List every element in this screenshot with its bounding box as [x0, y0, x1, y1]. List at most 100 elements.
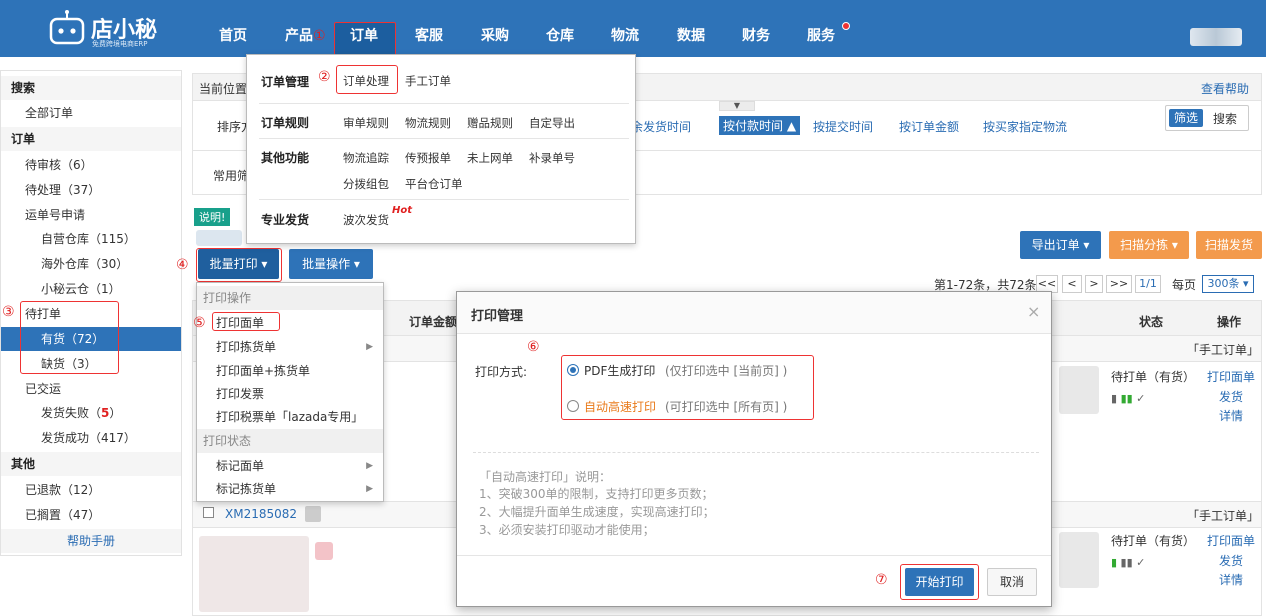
print-label-picklist-item[interactable]: 打印面单+拣货单 [197, 359, 383, 383]
scan-ship-button[interactable]: 扫描发货 [1196, 231, 1262, 259]
page-prev-button[interactable]: < [1062, 275, 1082, 293]
copy-icon[interactable] [305, 506, 321, 522]
sidebar-item-ship-success[interactable]: 发货成功（417） [1, 426, 181, 450]
mark-label-item[interactable]: 标记面单 ▶ [197, 454, 383, 478]
nav-services[interactable]: 服务 [807, 0, 835, 57]
row-status-icons: ▮ ▮▮ ✓ [1111, 556, 1146, 569]
menu-item-order-process[interactable]: 订单处理 [343, 73, 389, 89]
notice-badge[interactable]: 说明! [194, 208, 231, 226]
dialog-footer: ⑦ 开始打印 取消 [457, 555, 1051, 606]
menu-item-not-online[interactable]: 未上网单 [467, 150, 513, 166]
print-tax-invoice-item[interactable]: 打印税票单「lazada专用」 [197, 405, 383, 429]
menu-item-preadvice[interactable]: 传预报单 [405, 150, 451, 166]
menu-item-custom-export[interactable]: 自定导出 [529, 115, 575, 131]
radio-checked-icon[interactable] [567, 364, 579, 376]
radio-unchecked-icon[interactable] [567, 400, 579, 412]
blurred-area [315, 542, 333, 560]
menu-item-platform-wh-order[interactable]: 平台仓订单 [405, 176, 463, 192]
nav-service[interactable]: 客服 [415, 0, 443, 57]
detail-link[interactable]: 详情 [1219, 407, 1243, 424]
brand-logo[interactable]: 店小秘 免费跨境电商ERP [47, 10, 167, 48]
menu-divider [259, 103, 629, 104]
row-status: 待打单（有货） [1111, 534, 1196, 548]
sort-by-logistics[interactable]: 按买家指定物流 [983, 118, 1067, 135]
menu-item-manual-order[interactable]: 手工订单 [405, 73, 451, 89]
batch-operation-button[interactable]: 批量操作 ▾ [289, 249, 373, 279]
order-number-link[interactable]: XM2185082 [225, 507, 297, 521]
pdf-print-label: PDF生成打印 [584, 364, 656, 378]
nav-home[interactable]: 首页 [219, 0, 247, 57]
sidebar-item-waybill-apply[interactable]: 运单号申请 [1, 203, 181, 227]
step-5-highlight [212, 312, 280, 331]
menu-item-backfill-number[interactable]: 补录单号 [529, 150, 575, 166]
step-4-highlight [196, 248, 282, 282]
collapse-toggle[interactable]: ▼ [719, 101, 755, 111]
mark-picklist-text: 标记拣货单 [216, 482, 277, 496]
top-nav: 店小秘 免费跨境电商ERP 首页 产品 ① 订单 客服 采购 仓库 物流 数据 … [0, 0, 1266, 57]
ship-failed-close: ） [109, 406, 122, 420]
scan-sort-button[interactable]: 扫描分拣 ▾ [1109, 231, 1189, 259]
ship-link[interactable]: 发货 [1219, 552, 1243, 569]
sidebar-item-overseas-warehouse[interactable]: 海外仓库（30） [1, 252, 181, 276]
sidebar-item-pending-process[interactable]: 待处理（37） [1, 178, 181, 202]
step-3-marker: ③ [2, 304, 15, 320]
menu-item-wave-shipping[interactable]: 波次发货 [343, 212, 389, 228]
detail-link[interactable]: 详情 [1219, 571, 1243, 588]
sidebar-item-all-orders[interactable]: 全部订单 [1, 101, 181, 125]
nav-logistics[interactable]: 物流 [611, 0, 639, 57]
cancel-button[interactable]: 取消 [987, 568, 1037, 596]
pdf-print-note: (仅打印选中 [当前页] ) [665, 364, 788, 378]
filter-search-toggle: 筛选 搜索 [1165, 105, 1249, 131]
sidebar-item-own-warehouse[interactable]: 自营仓库（115） [1, 227, 181, 251]
sort-by-submit-time[interactable]: 按提交时间 [813, 118, 873, 135]
auto-print-note: (可打印选中 [所有页] ) [665, 400, 788, 414]
per-page-select[interactable]: 300条 ▾ [1202, 275, 1254, 293]
sidebar-item-cloud-warehouse[interactable]: 小秘云仓（1） [1, 277, 181, 301]
print-invoice-item[interactable]: 打印发票 [197, 382, 383, 406]
mark-picklist-item[interactable]: 标记拣货单 ▶ [197, 477, 383, 501]
menu-item-tracking[interactable]: 物流追踪 [343, 150, 389, 166]
sidebar-item-shipped[interactable]: 已交运 [1, 377, 181, 401]
print-picklist-item[interactable]: 打印拣货单 ▶ [197, 335, 383, 359]
chevron-right-icon: ▶ [366, 342, 373, 352]
step-5-marker: ⑤ [193, 315, 206, 331]
sidebar-help-link[interactable]: 帮助手册 [1, 529, 181, 553]
menu-item-logistics-rules[interactable]: 物流规则 [405, 115, 451, 131]
ship-failed-label: 发货失败（ [41, 406, 102, 420]
column-amount: 订单金额 [409, 315, 458, 329]
print-label-link[interactable]: 打印面单 [1207, 532, 1255, 549]
export-orders-button[interactable]: 导出订单 ▾ [1020, 231, 1101, 259]
row-checkbox[interactable] [203, 507, 214, 518]
menu-item-distribute-pack[interactable]: 分拨组包 [343, 176, 389, 192]
menu-item-review-rules[interactable]: 审单规则 [343, 115, 389, 131]
start-print-button[interactable]: 开始打印 [905, 568, 974, 596]
nav-warehouse[interactable]: 仓库 [546, 0, 574, 57]
ship-link[interactable]: 发货 [1219, 388, 1243, 405]
dialog-header: 打印管理 × [457, 292, 1051, 334]
nav-purchase[interactable]: 采购 [481, 0, 509, 57]
nav-product[interactable]: 产品 [285, 0, 313, 57]
sidebar-search-header[interactable]: 搜索 [1, 76, 181, 100]
sidebar-item-pending-review[interactable]: 待审核（6） [1, 153, 181, 177]
sidebar-item-refunded[interactable]: 已退款（12） [1, 478, 181, 502]
nav-finance[interactable]: 财务 [742, 0, 770, 57]
page-next-button[interactable]: > [1085, 275, 1103, 293]
nav-data[interactable]: 数据 [677, 0, 705, 57]
sidebar-item-ship-failed[interactable]: 发货失败（5） [1, 401, 181, 425]
print-label-link[interactable]: 打印面单 [1207, 368, 1255, 385]
sort-by-amount[interactable]: 按订单金额 [899, 118, 959, 135]
search-button[interactable]: 搜索 [1213, 110, 1237, 127]
menu-item-gift-rules[interactable]: 赠品规则 [467, 115, 513, 131]
filter-button[interactable]: 筛选 [1169, 109, 1203, 127]
sidebar-item-shelved[interactable]: 已搁置（47） [1, 503, 181, 527]
nav-orders[interactable]: 订单 [350, 0, 378, 57]
close-icon[interactable]: × [1027, 302, 1040, 321]
sort-by-ship-time[interactable]: 余发货时间 [631, 118, 691, 135]
help-link[interactable]: 查看帮助 [1201, 80, 1249, 97]
mark-label-text: 标记面单 [216, 459, 265, 473]
page-last-button[interactable]: >> [1106, 275, 1132, 293]
notification-dot [842, 22, 850, 30]
step-6-marker: ⑥ [527, 339, 540, 355]
sort-by-pay-time[interactable]: 按付款时间 ▲ [719, 116, 801, 135]
user-avatar[interactable] [1190, 28, 1242, 46]
